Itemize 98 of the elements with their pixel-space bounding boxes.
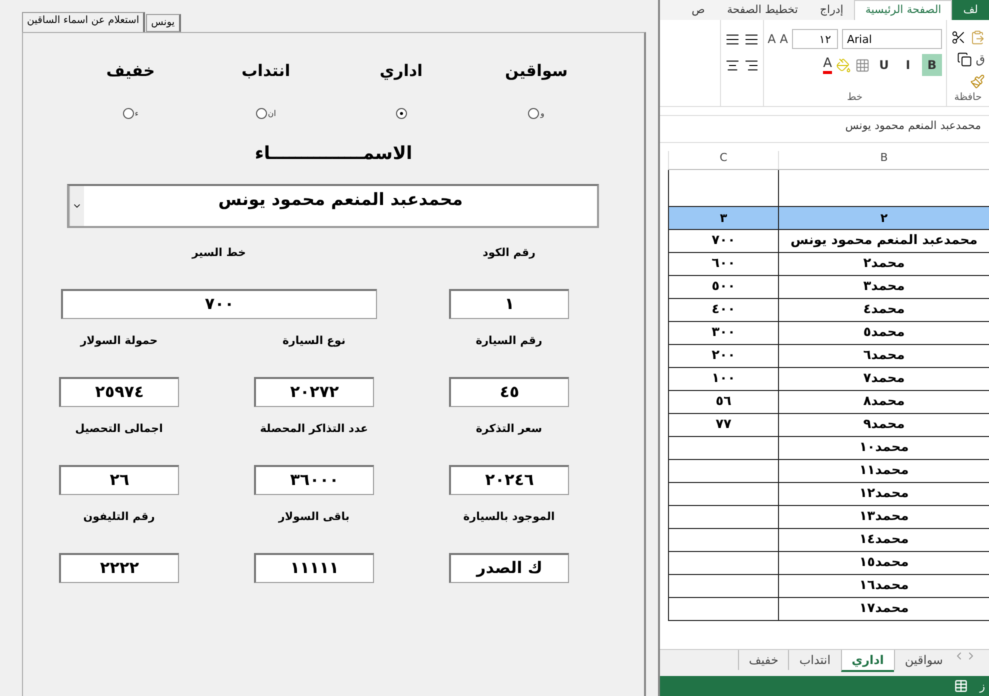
table-cell: ٣ xyxy=(668,207,778,230)
fill-color-icon[interactable] xyxy=(836,58,851,72)
field-label: سعر التذكرة xyxy=(476,422,542,435)
input-field[interactable]: ١ xyxy=(449,289,569,319)
align-top-icon[interactable] xyxy=(744,32,759,46)
table-cell: محمد١٠ xyxy=(778,437,989,460)
field-label: رقم السيارة xyxy=(476,334,542,347)
table-cell: محمد١٧ xyxy=(778,598,989,621)
table-cell: ٥٦ xyxy=(668,391,778,414)
font-size-button[interactable]: A xyxy=(780,32,788,46)
radio-button[interactable] xyxy=(396,108,407,119)
table-cell: محمد١٥ xyxy=(778,552,989,575)
ribbon-tab[interactable]: لف xyxy=(952,0,989,20)
table-cell: ٢ xyxy=(778,207,989,230)
group-label: خط xyxy=(846,92,864,105)
ribbon-tab[interactable]: ص xyxy=(680,0,716,20)
sheet-tab[interactable]: اداري xyxy=(840,650,894,672)
table-cell: ٧٧ xyxy=(668,414,778,437)
table-cell: محمد٦ xyxy=(778,345,989,368)
field-label: رقم الكود xyxy=(482,246,536,259)
font-size-field[interactable]: ١٢ xyxy=(792,29,838,49)
format-painter-icon[interactable] xyxy=(970,74,985,88)
align-right-icon[interactable] xyxy=(744,58,759,72)
table-cell: ٧٠٠ xyxy=(668,230,778,253)
column-header[interactable]: B xyxy=(778,151,989,170)
table-cell: محمد٨ xyxy=(778,391,989,414)
sheet-tab[interactable]: خفيف xyxy=(738,650,788,670)
font-style-button[interactable]: I xyxy=(898,54,918,76)
input-field[interactable]: ١١١١١ xyxy=(254,553,374,583)
paste-label[interactable]: ق xyxy=(976,52,985,66)
table-cell: ٦٠٠ xyxy=(668,253,778,276)
table-cell: محمد٣ xyxy=(778,276,989,299)
sheet-icon xyxy=(954,679,968,693)
font-name-field[interactable]: Arial xyxy=(842,29,942,49)
option-label: سواقين xyxy=(505,61,568,80)
formula-bar-text: محمدعبد المنعم محمود يونس xyxy=(845,119,981,132)
group-label: حافظة xyxy=(953,92,983,105)
font-style-button[interactable]: B xyxy=(922,54,942,76)
radio-button[interactable] xyxy=(528,108,540,119)
table-cell: ٣٠٠ xyxy=(668,322,778,345)
form-tab[interactable]: يونس xyxy=(146,14,181,32)
table-cell: محمد٧ xyxy=(778,368,989,391)
field-label: حمولة السولار xyxy=(80,334,158,347)
field-label: نوع السيارة xyxy=(282,334,346,347)
table-cell: ٥٠٠ xyxy=(668,276,778,299)
table-cell: محمد٤ xyxy=(778,299,989,322)
radio-caption: و xyxy=(540,109,544,118)
table-cell: محمد١٣ xyxy=(778,506,989,529)
radio-caption: ان xyxy=(268,109,276,118)
option-label: خفيف xyxy=(106,61,155,80)
font-color-button[interactable]: A xyxy=(823,56,832,74)
table-cell: محمد٥ xyxy=(778,322,989,345)
table-cell: محمد١٤ xyxy=(778,529,989,552)
column-header[interactable]: C xyxy=(668,151,778,170)
input-field[interactable]: ٢٥٩٧٤ xyxy=(59,377,179,407)
input-field[interactable]: ك الصدر xyxy=(449,553,569,583)
input-field[interactable]: ٤٥ xyxy=(449,377,569,407)
radio-button[interactable] xyxy=(122,108,134,119)
align-center-icon[interactable] xyxy=(724,58,740,72)
field-label: اجمالى التحصيل xyxy=(75,422,163,435)
table-cell: محمد٢ xyxy=(778,253,989,276)
table-cell: محمد١٦ xyxy=(778,575,989,598)
ribbon-tab[interactable]: إدراج xyxy=(808,0,854,20)
table-cell: ٢٠٠ xyxy=(668,345,778,368)
input-field[interactable]: ٧٠٠ xyxy=(61,289,377,319)
name-dropdown[interactable]: محمدعبد المنعم محمود يونس xyxy=(67,184,599,228)
option-label: انتداب xyxy=(241,61,290,80)
table-cell: ٤٠٠ xyxy=(668,299,778,322)
table-cell: محمد١٢ xyxy=(778,483,989,506)
field-label: عدد التذاكر المحصلة xyxy=(260,422,368,435)
font-size-button[interactable]: A xyxy=(768,32,776,46)
font-style-button[interactable]: U xyxy=(874,54,894,76)
input-field[interactable]: ٢٦ xyxy=(59,465,179,495)
cut-icon[interactable] xyxy=(951,30,966,44)
radio-caption: ء xyxy=(134,109,138,118)
names-heading: الاسمـــــــــــــــاء xyxy=(254,143,412,164)
copy-icon[interactable] xyxy=(956,52,972,66)
sheet-tab[interactable]: انتداب xyxy=(788,650,841,670)
table-cell: محمد٩ xyxy=(778,414,989,437)
ribbon-tab[interactable]: تخطيط الصفحة xyxy=(716,0,809,20)
field-label: خط السير xyxy=(192,246,246,259)
field-label: الموجود بالسيارة xyxy=(463,510,555,523)
radio-button[interactable] xyxy=(256,108,267,119)
table-cell: ١٠٠ xyxy=(668,368,778,391)
form-tab[interactable]: استعلام عن اسماء الساقين xyxy=(22,12,146,32)
table-cell: محمدعبد المنعم محمود يونس xyxy=(778,230,989,253)
align-middle-icon[interactable] xyxy=(724,32,740,46)
field-label: باقى السولار xyxy=(278,510,350,523)
status-text: ز xyxy=(980,680,985,692)
input-field[interactable]: ٢٠٢٤٦ xyxy=(449,465,569,495)
input-field[interactable]: ٢٠٢٧٢ xyxy=(254,377,374,407)
option-label: اداري xyxy=(380,61,423,80)
ribbon-tab[interactable]: الصفحة الرئيسية xyxy=(854,0,952,20)
borders-icon[interactable] xyxy=(855,58,870,72)
table-cell: محمد١١ xyxy=(778,460,989,483)
field-label: رقم التليفون xyxy=(83,510,155,523)
input-field[interactable]: ٢٢٢٢ xyxy=(59,553,179,583)
input-field[interactable]: ٣٦٠٠٠ xyxy=(254,465,374,495)
